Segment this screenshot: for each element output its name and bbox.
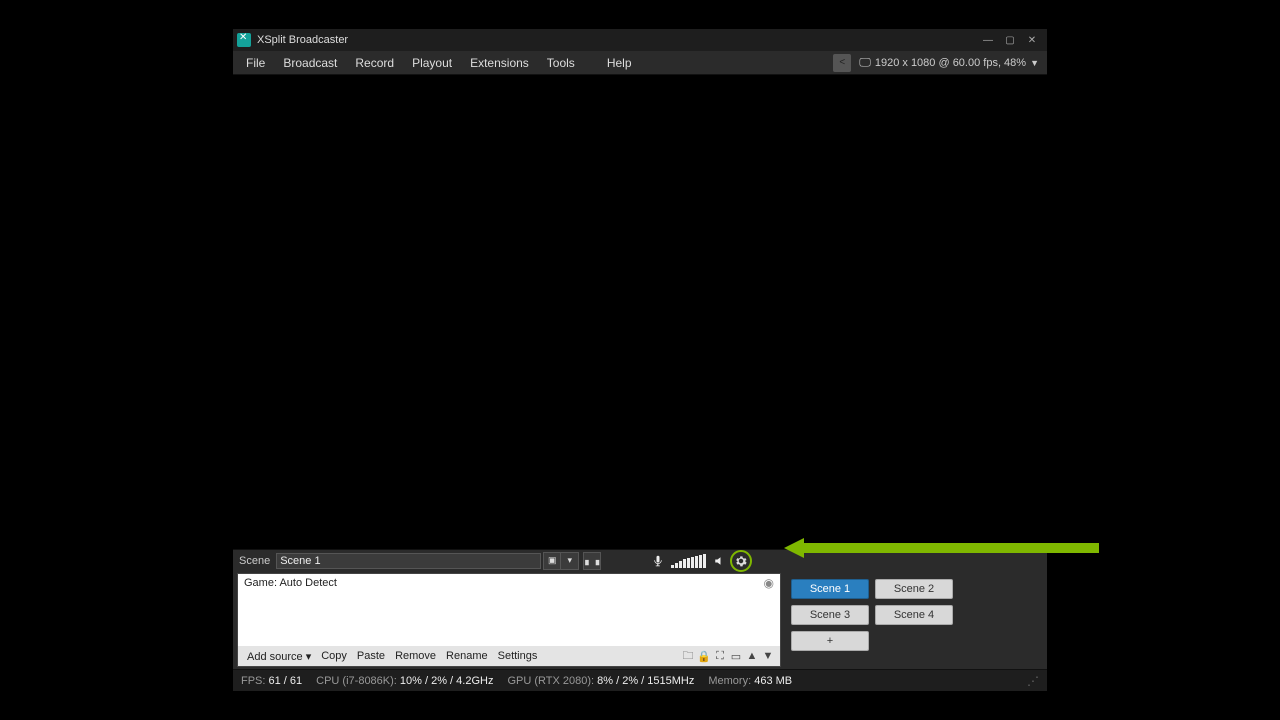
menu-playout[interactable]: Playout xyxy=(403,53,461,73)
microphone-icon[interactable] xyxy=(649,552,667,570)
scene-name-input[interactable] xyxy=(276,553,541,569)
move-down-icon[interactable]: ▼ xyxy=(760,648,776,664)
settings-button[interactable]: Settings xyxy=(493,649,543,663)
memory-label: Memory: xyxy=(708,675,751,687)
menu-tools[interactable]: Tools xyxy=(538,53,584,73)
menu-broadcast[interactable]: Broadcast xyxy=(274,53,346,73)
scene-button-1[interactable]: Scene 1 xyxy=(791,579,869,599)
scene-toolbar: Scene ▣ ▾ ▖▗ xyxy=(233,549,1047,571)
scenes-pane: Scene 1 Scene 2 Scene 3 Scene 4 + xyxy=(781,573,1043,667)
sources-list[interactable]: Game: Auto Detect ◉ xyxy=(238,574,780,646)
source-item[interactable]: Game: Auto Detect ◉ xyxy=(238,574,780,592)
menu-help[interactable]: Help xyxy=(598,53,641,73)
scene-button-4[interactable]: Scene 4 xyxy=(875,605,953,625)
add-scene-button[interactable]: + xyxy=(791,631,869,651)
move-up-icon[interactable]: ▲ xyxy=(744,648,760,664)
expand-icon[interactable]: ⛶ xyxy=(712,648,728,664)
scene-preset-dropdown[interactable]: ▾ xyxy=(561,552,579,570)
cpu-value: 10% / 2% / 4.2GHz xyxy=(400,675,494,687)
fps-value: 61 / 61 xyxy=(269,675,303,687)
share-icon[interactable]: < xyxy=(833,54,851,72)
memory-value: 463 MB xyxy=(754,675,792,687)
speaker-icon[interactable] xyxy=(710,552,728,570)
preview-area[interactable] xyxy=(233,75,1047,549)
app-icon xyxy=(237,33,251,47)
sources-pane: Game: Auto Detect ◉ Add source ▾ Copy Pa… xyxy=(237,573,781,667)
mic-volume-bars[interactable] xyxy=(671,554,706,568)
app-title: XSplit Broadcaster xyxy=(257,34,348,46)
titlebar: XSplit Broadcaster — ▢ ✕ xyxy=(233,29,1047,51)
audio-settings-button[interactable] xyxy=(730,550,752,572)
chevron-down-icon: ▼ xyxy=(1030,58,1039,68)
cpu-label: CPU (i7-8086K): xyxy=(316,675,397,687)
gear-icon xyxy=(735,555,747,567)
scene-label: Scene xyxy=(237,555,276,567)
remove-button[interactable]: Remove xyxy=(390,649,441,663)
maximize-button[interactable]: ▢ xyxy=(999,31,1021,49)
folder-icon[interactable]: 🗀 xyxy=(680,648,696,664)
statusbar: FPS: 61 / 61 CPU (i7-8086K): 10% / 2% / … xyxy=(233,669,1047,691)
gpu-value: 8% / 2% / 1515MHz xyxy=(597,675,694,687)
menu-file[interactable]: File xyxy=(237,53,274,73)
frame-icon[interactable]: ▭ xyxy=(728,648,744,664)
rename-button[interactable]: Rename xyxy=(441,649,493,663)
lock-icon[interactable]: 🔒 xyxy=(696,648,712,664)
copy-button[interactable]: Copy xyxy=(316,649,352,663)
fps-label: FPS: xyxy=(241,675,265,687)
menu-extensions[interactable]: Extensions xyxy=(461,53,538,73)
visibility-toggle-icon[interactable]: ◉ xyxy=(764,576,774,590)
bottom-panel: Game: Auto Detect ◉ Add source ▾ Copy Pa… xyxy=(233,571,1047,669)
audio-controls xyxy=(649,550,752,572)
resize-grip-icon[interactable]: ⋰ xyxy=(1027,674,1039,688)
source-item-label: Game: Auto Detect xyxy=(244,577,337,589)
scenes-grid: Scene 1 Scene 2 Scene 3 Scene 4 + xyxy=(791,579,1035,651)
resolution-dropdown[interactable]: 🖵 1920 x 1080 @ 60.00 fps, 48% ▼ xyxy=(859,55,1043,70)
scene-button-2[interactable]: Scene 2 xyxy=(875,579,953,599)
minimize-button[interactable]: — xyxy=(977,31,999,49)
add-source-button[interactable]: Add source ▾ xyxy=(242,649,316,664)
scene-button-3[interactable]: Scene 3 xyxy=(791,605,869,625)
paste-button[interactable]: Paste xyxy=(352,649,390,663)
gpu-label: GPU (RTX 2080): xyxy=(507,675,594,687)
app-window: XSplit Broadcaster — ▢ ✕ File Broadcast … xyxy=(233,29,1047,691)
menu-record[interactable]: Record xyxy=(346,53,403,73)
scene-preset-button[interactable]: ▣ xyxy=(543,552,561,570)
sources-toolbar: Add source ▾ Copy Paste Remove Rename Se… xyxy=(238,646,780,666)
resolution-text: 1920 x 1080 @ 60.00 fps, 48% xyxy=(875,57,1026,69)
monitor-icon: 🖵 xyxy=(859,55,871,70)
close-button[interactable]: ✕ xyxy=(1021,31,1043,49)
menubar: File Broadcast Record Playout Extensions… xyxy=(233,51,1047,75)
scene-levels-icon[interactable]: ▖▗ xyxy=(583,552,601,570)
